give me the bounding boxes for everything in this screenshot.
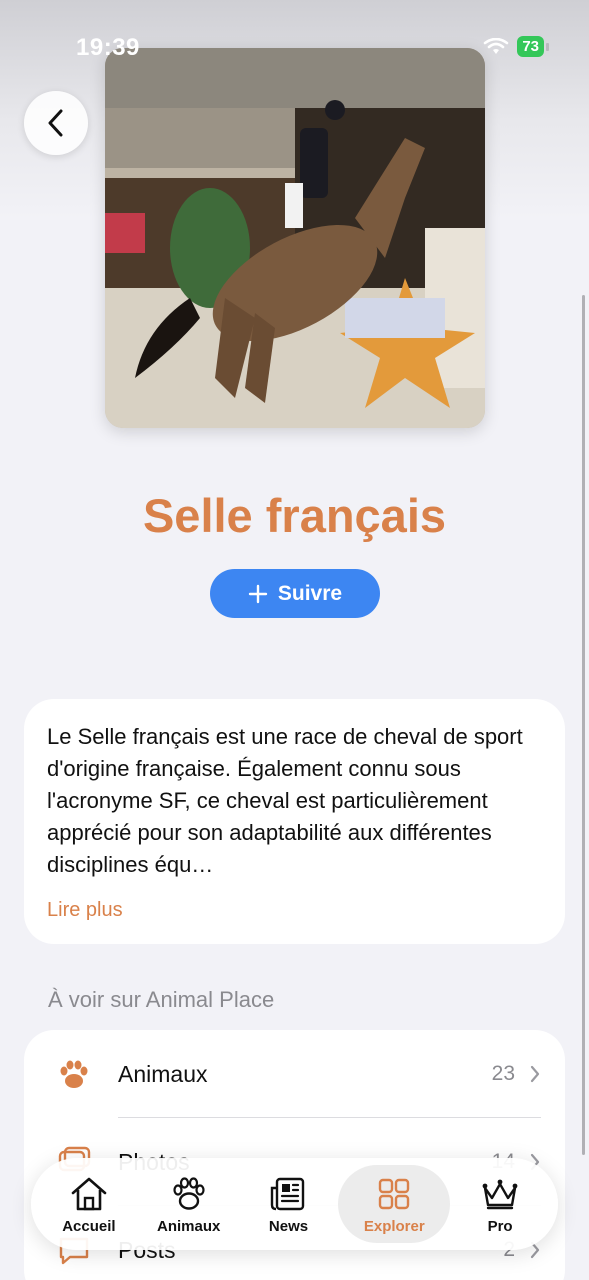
- crown-icon: [482, 1179, 518, 1209]
- wifi-icon: [484, 37, 509, 54]
- grid-icon: [379, 1178, 410, 1209]
- tab-news[interactable]: News: [239, 1165, 339, 1243]
- battery-level: 73: [517, 36, 544, 57]
- follow-button[interactable]: Suivre: [210, 569, 380, 618]
- read-more-link[interactable]: Lire plus: [47, 899, 542, 922]
- back-button[interactable]: [24, 91, 88, 155]
- tab-animaux[interactable]: Animaux: [139, 1165, 239, 1243]
- status-indicators: 73: [483, 36, 549, 57]
- tab-accueil[interactable]: Accueil: [39, 1165, 139, 1243]
- chevron-left-icon: [48, 109, 63, 137]
- tab-label: Pro: [487, 1217, 513, 1235]
- tab-label: Animaux: [157, 1217, 221, 1235]
- paw-icon: [60, 1060, 88, 1088]
- tab-label: Explorer: [363, 1217, 425, 1235]
- paw-icon: [173, 1176, 205, 1210]
- tab-explorer[interactable]: Explorer: [338, 1165, 451, 1243]
- chevron-right-icon: [530, 1065, 540, 1083]
- list-item-animaux[interactable]: Animaux 23: [24, 1030, 565, 1118]
- newspaper-icon: [271, 1177, 305, 1210]
- follow-label: Suivre: [277, 581, 343, 605]
- tab-label: Accueil: [62, 1217, 116, 1235]
- section-title: À voir sur Animal Place: [48, 987, 275, 1012]
- status-time: 19:39: [76, 34, 140, 61]
- plus-icon: [248, 584, 268, 603]
- description-card: Le Selle français est une race de cheval…: [24, 699, 565, 944]
- horse-jumping-image: [105, 48, 485, 428]
- tab-bar: Accueil Animaux News Explorer Pro: [31, 1158, 558, 1250]
- list-item-count: 23: [491, 1062, 515, 1085]
- battery-icon: [546, 42, 549, 51]
- tab-label: News: [268, 1217, 309, 1235]
- scroll-indicator[interactable]: [582, 295, 585, 1155]
- list-item-label: Animaux: [118, 1060, 208, 1087]
- home-icon: [71, 1177, 107, 1210]
- breed-photo: [105, 48, 485, 428]
- breed-title: Selle français: [142, 489, 447, 542]
- breed-description: Le Selle français est une race de cheval…: [47, 724, 523, 877]
- tab-pro[interactable]: Pro: [450, 1165, 550, 1243]
